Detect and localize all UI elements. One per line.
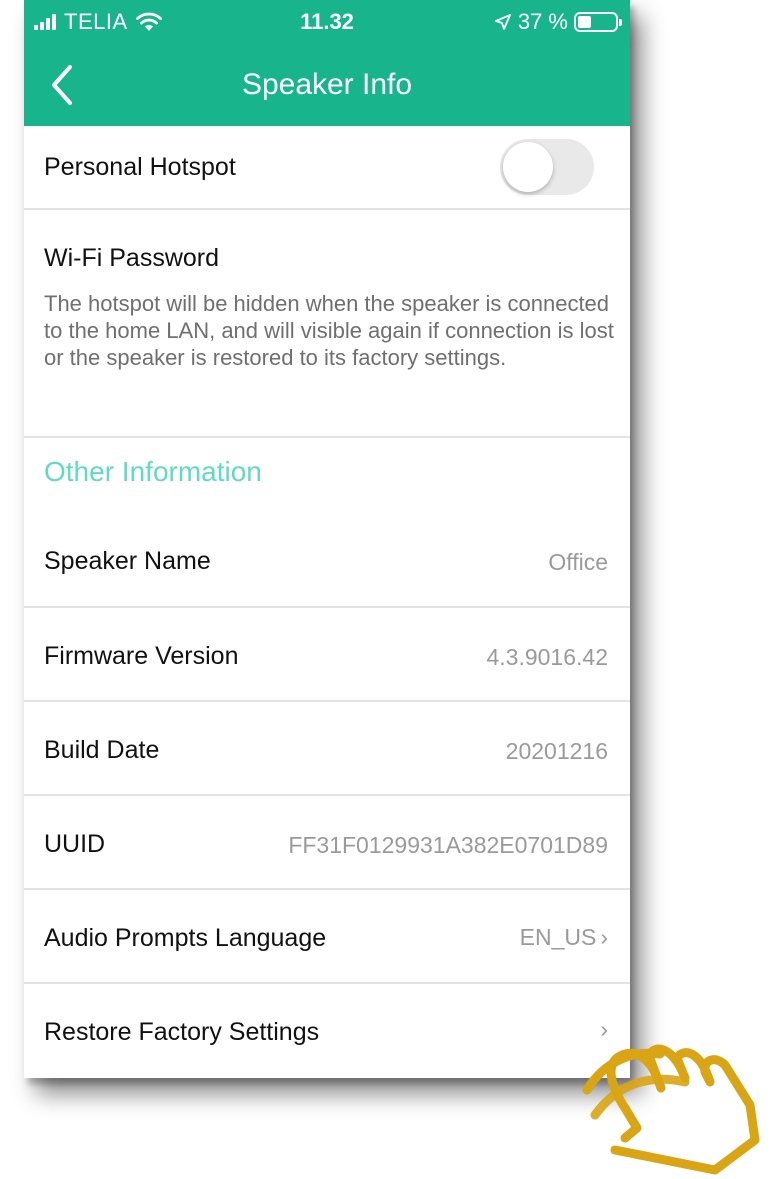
firmware-version-label: Firmware Version (44, 642, 239, 670)
hotspot-description: The hotspot will be hidden when the spea… (44, 291, 614, 370)
status-right: 37 % (494, 9, 622, 35)
status-bar: TELIA 11.32 37 % (24, 0, 630, 44)
audio-prompts-language-value-wrap: EN_US › (520, 924, 608, 951)
nav-bar: Speaker Info (24, 44, 630, 126)
firmware-version-value: 4.3.9016.42 (486, 644, 608, 670)
location-icon (494, 14, 511, 30)
build-date-row: Build Date 20201216 (24, 702, 630, 796)
uuid-label: UUID (44, 830, 106, 858)
battery-nub (619, 19, 622, 26)
battery-icon (574, 12, 622, 32)
restore-factory-settings-label: Restore Factory Settings (44, 1018, 320, 1046)
build-date-value: 20201216 (505, 738, 608, 764)
wifi-password-row[interactable]: Wi-Fi Password The hotspot will be hidde… (24, 210, 630, 438)
personal-hotspot-row: Personal Hotspot (24, 126, 630, 210)
section-header-other-information: Other Information (44, 456, 262, 487)
uuid-value: FF31F0129931A382E0701D89 (288, 832, 608, 858)
audio-prompts-language-value: EN_US (519, 924, 597, 950)
wifi-password-label: Wi-Fi Password (44, 244, 220, 272)
firmware-version-row: Firmware Version 4.3.9016.42 (24, 608, 630, 702)
audio-prompts-language-label: Audio Prompts Language (44, 924, 327, 952)
battery-percent: 37 % (517, 9, 568, 34)
audio-prompts-language-row[interactable]: Audio Prompts Language EN_US › (24, 890, 630, 984)
speaker-name-row: Speaker Name Office (24, 514, 630, 608)
speaker-name-value: Office (548, 549, 608, 575)
page-title: Speaker Info (241, 68, 413, 101)
build-date-label: Build Date (44, 736, 160, 764)
personal-hotspot-toggle[interactable] (500, 139, 594, 195)
pointing-hand-icon (582, 1044, 760, 1175)
personal-hotspot-label: Personal Hotspot (44, 153, 236, 181)
toggle-knob (503, 142, 553, 192)
phone-screen: TELIA 11.32 37 % Speaker Info Personal H… (24, 0, 630, 1078)
speaker-name-label: Speaker Name (44, 547, 211, 575)
uuid-row: UUID FF31F0129931A382E0701D89 (24, 796, 630, 890)
battery-fill (578, 16, 591, 28)
restore-factory-settings-row[interactable]: Restore Factory Settings › (24, 984, 630, 1078)
chevron-right-icon: › (600, 924, 608, 950)
